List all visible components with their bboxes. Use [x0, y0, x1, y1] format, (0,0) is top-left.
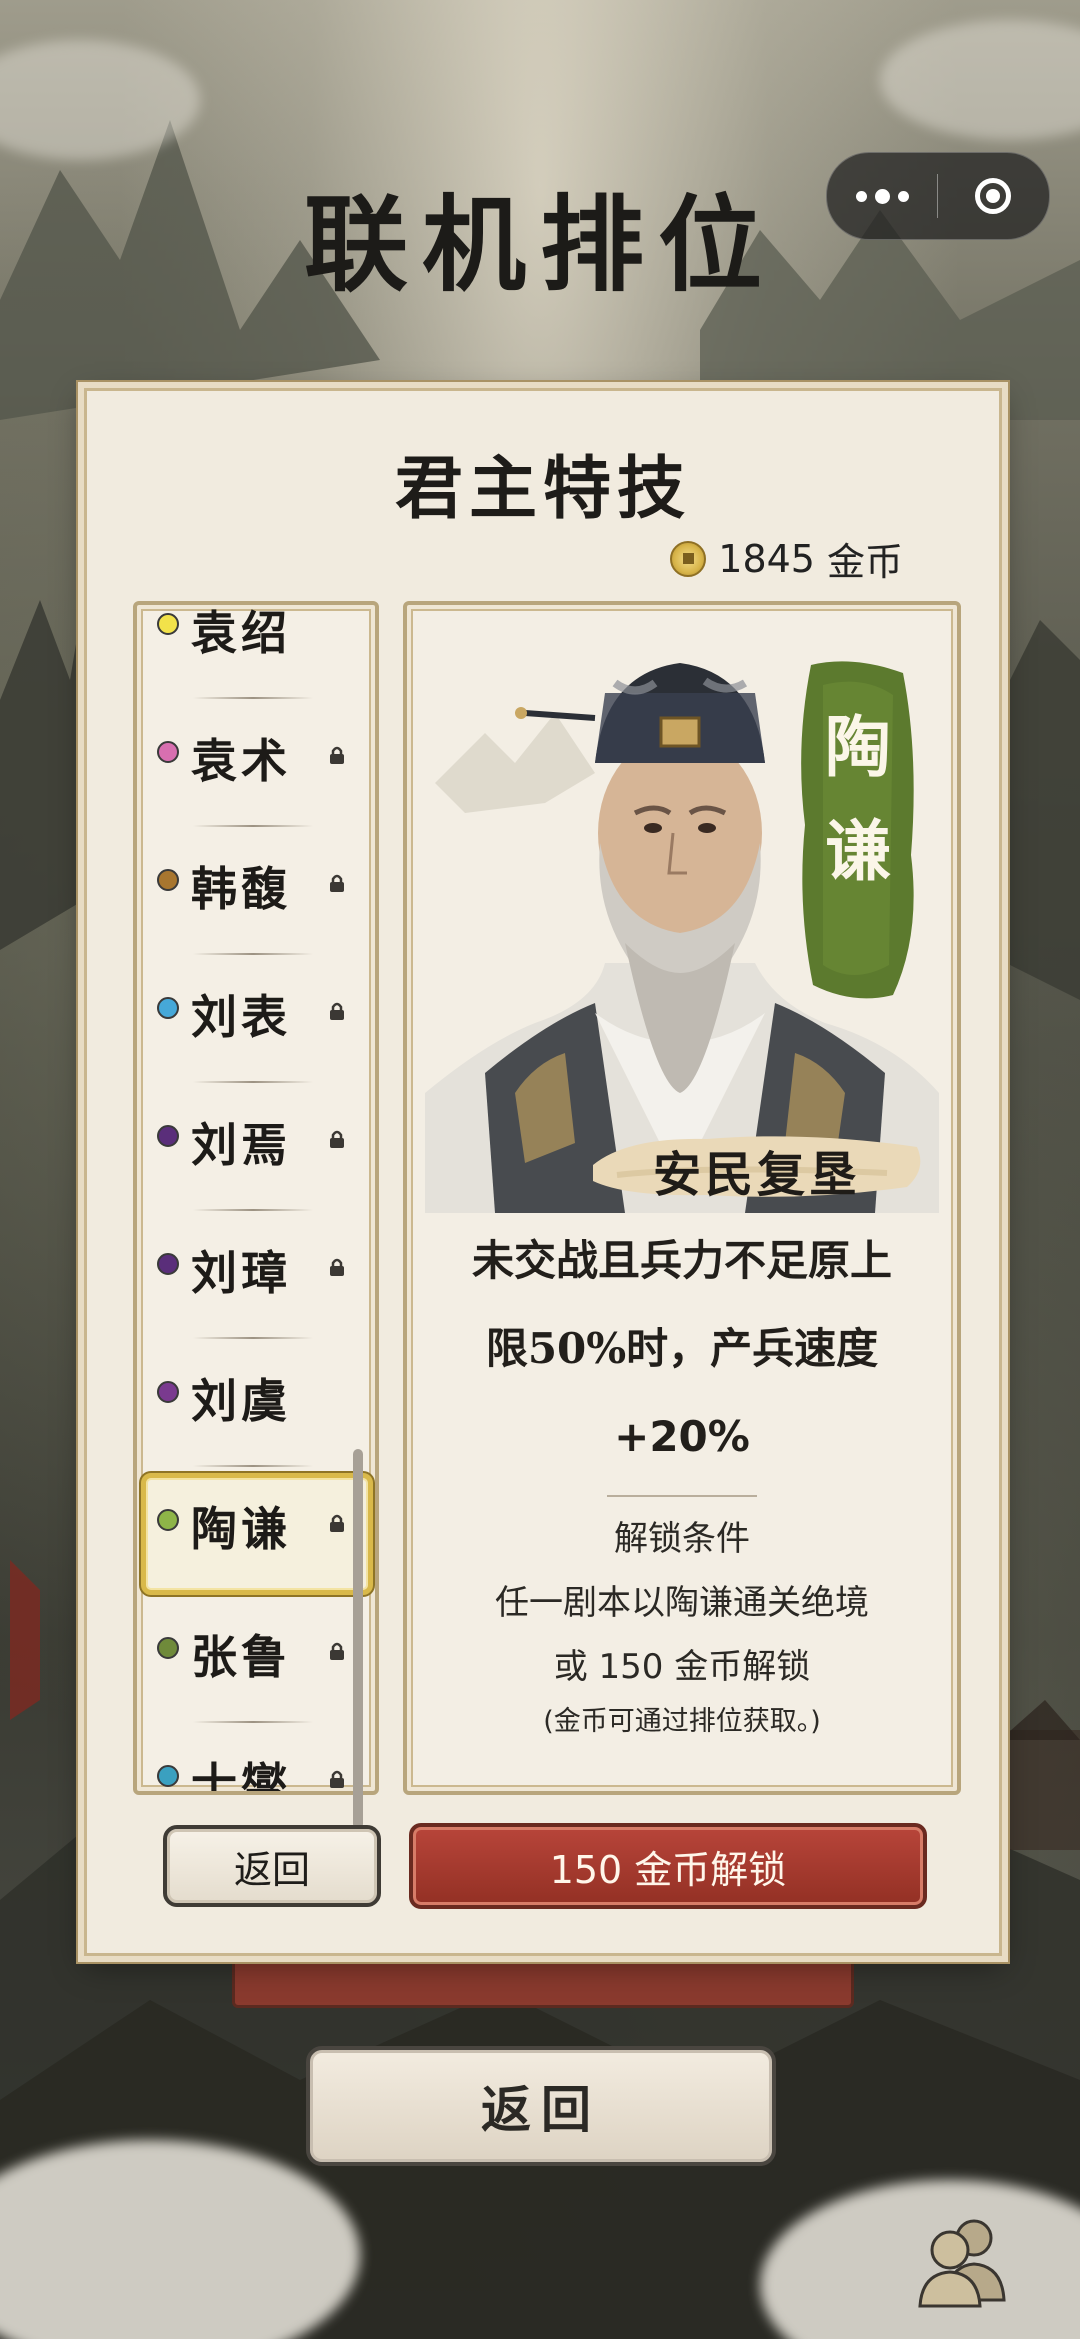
lord-list-item[interactable]: 张鲁 — [137, 1595, 375, 1723]
target-close-icon[interactable] — [938, 153, 1048, 239]
skill-description: 未交战且兵力不足原上 限50%时，产兵速度 +20% — [437, 1217, 927, 1481]
lord-list-name: 韩馥 — [191, 862, 291, 916]
lord-list-name: 刘焉 — [191, 1118, 291, 1172]
lock-icon — [327, 745, 347, 765]
lord-list-item[interactable]: 袁术 — [137, 699, 375, 827]
lord-list-item[interactable]: 刘焉 — [137, 1083, 375, 1211]
lord-list-item[interactable]: 袁绍 — [137, 605, 375, 699]
lock-icon — [327, 1001, 347, 1021]
lord-list-scrollbar[interactable] — [353, 1449, 363, 1829]
lord-list-item[interactable]: 士燮 — [137, 1723, 375, 1795]
lord-list-name: 袁术 — [191, 734, 291, 788]
coin-balance: 1845 金币 — [670, 531, 903, 586]
lord-color-dot — [157, 1637, 179, 1659]
lord-color-dot — [157, 1765, 179, 1787]
coin-amount: 1845 — [718, 536, 815, 581]
people-icon[interactable] — [916, 2208, 1008, 2308]
coin-icon — [670, 540, 707, 577]
lord-name-banner-text-wrap: 陶谦 — [793, 655, 923, 1005]
lord-list-name: 刘虞 — [191, 1374, 291, 1428]
section-divider — [607, 1495, 757, 1497]
lock-icon — [327, 1513, 347, 1533]
lord-list-item[interactable]: 陶谦 — [137, 1467, 375, 1595]
lord-list-name: 刘璋 — [191, 1246, 291, 1300]
lord-list[interactable]: 袁绍袁术韩馥刘表刘焉刘璋刘虞陶谦张鲁士燮 — [133, 601, 379, 1795]
mini-program-capsule — [826, 152, 1050, 240]
dialog-title: 君主特技 — [394, 449, 691, 529]
lock-icon — [327, 1769, 347, 1789]
lord-list-name: 张鲁 — [191, 1630, 291, 1684]
lord-list-name: 士燮 — [191, 1758, 291, 1795]
skill-description-line-1: 未交战且兵力不足原上 — [471, 1236, 892, 1285]
skill-description-line-2: 限50%时，产兵速度 — [485, 1324, 879, 1373]
coin-unit: 金币 — [826, 540, 903, 584]
lord-list-name: 陶谦 — [191, 1502, 291, 1556]
lord-detail-panel: 陶谦 安民复垦 未交战且兵力不足原上 限50%时，产兵速度 +20% 解锁条件 … — [403, 601, 961, 1795]
dialog-back-button[interactable]: 返回 — [163, 1825, 381, 1907]
unlock-condition-title: 解锁条件 — [614, 1519, 750, 1559]
lord-color-dot — [157, 613, 179, 635]
lord-list-item[interactable]: 刘表 — [137, 955, 375, 1083]
lord-list-name: 袁绍 — [191, 606, 291, 660]
lord-color-dot — [157, 997, 179, 1019]
unlock-cost-text: 或 150 金币解锁 — [553, 1647, 811, 1687]
lord-name: 陶谦 — [825, 708, 891, 890]
lock-icon — [327, 1129, 347, 1149]
lord-list-item[interactable]: 刘虞 — [137, 1339, 375, 1467]
more-dots-icon[interactable] — [827, 153, 937, 239]
lord-list-item[interactable]: 韩馥 — [137, 827, 375, 955]
lord-list-name: 刘表 — [191, 990, 291, 1044]
unlock-note-text: (金币可通过排位获取。) — [543, 1706, 821, 1737]
unlock-with-coins-button[interactable]: 150 金币解锁 — [409, 1823, 927, 1909]
lord-color-dot — [157, 1509, 179, 1531]
lock-icon — [327, 1641, 347, 1661]
lord-color-dot — [157, 1253, 179, 1275]
lord-color-dot — [157, 1381, 179, 1403]
lock-icon — [327, 873, 347, 893]
lord-color-dot — [157, 1125, 179, 1147]
lord-color-dot — [157, 869, 179, 891]
skill-description-line-3: +20% — [614, 1412, 750, 1461]
lord-list-item[interactable]: 刘璋 — [137, 1211, 375, 1339]
lord-skill-dialog: 君主特技 1845 金币 袁绍 袁术 韩馥 刘表 刘焉 刘璋 刘虞 陶谦 张鲁 士燮 — [84, 388, 1002, 1956]
footer-back-button[interactable]: 返回 — [306, 2046, 776, 2166]
lock-icon — [327, 1257, 347, 1277]
unlock-condition-text: 任一剧本以陶谦通关绝境 — [495, 1583, 869, 1623]
skill-name: 安民复垦 — [652, 1147, 861, 1203]
lord-color-dot — [157, 741, 179, 763]
skill-tag: 安民复垦 — [587, 1125, 927, 1203]
